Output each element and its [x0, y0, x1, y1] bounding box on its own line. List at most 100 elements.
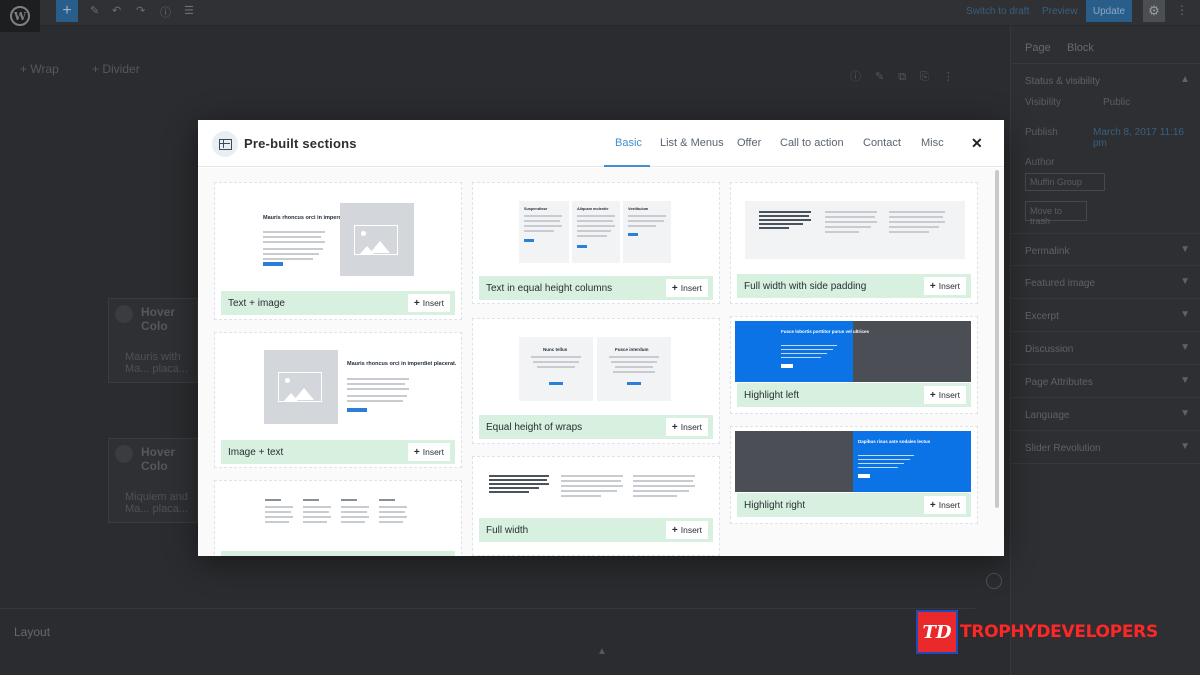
- panel-title: Excerpt: [1025, 311, 1059, 322]
- sidebar-panel-excerpt[interactable]: Excerpt ▼: [1011, 299, 1200, 332]
- hover-color-block: Hover Colo Miquiem and Ma... placa...: [108, 438, 198, 523]
- insert-button[interactable]: + Insert: [665, 418, 708, 436]
- undo-icon[interactable]: ↶: [112, 4, 126, 18]
- insert-button[interactable]: + Insert: [407, 443, 450, 461]
- publish-row: Publish March 8, 2017 11:16 pm: [1011, 127, 1200, 157]
- insert-button[interactable]: + Insert: [407, 294, 450, 312]
- sidebar-panel-discussion[interactable]: Discussion ▼: [1011, 332, 1200, 365]
- redo-icon[interactable]: ↷: [136, 4, 150, 18]
- insert-button[interactable]: + Insert: [665, 521, 708, 539]
- divider-button[interactable]: + Divider: [92, 62, 140, 76]
- section-name: Image + text: [228, 447, 284, 458]
- section-card-footer: Full width with side padding + Insert: [737, 274, 971, 298]
- pencil-icon[interactable]: ✎: [90, 4, 104, 18]
- publish-date-link[interactable]: March 8, 2017 11:16 pm: [1093, 127, 1200, 149]
- trophy-developers-logo: TD: [916, 610, 958, 654]
- section-card-columns[interactable]: [214, 480, 462, 556]
- section-card-footer: Text in equal height columns + Insert: [479, 276, 713, 300]
- panel-title: Language: [1025, 410, 1070, 421]
- scrollbar-thumb[interactable]: [995, 170, 999, 508]
- insert-button[interactable]: + Insert: [923, 277, 966, 295]
- sidebar-panel-language[interactable]: Language ▼: [1011, 398, 1200, 431]
- watermark: TD TROPHYDEVELOPERS: [916, 610, 1158, 654]
- section-card-highlight-right[interactable]: Dapibus risus aste sodales lectus Highli…: [730, 426, 978, 524]
- sidebar-panel-page-attributes[interactable]: Page Attributes ▼: [1011, 365, 1200, 398]
- section-card-equal-height-wraps[interactable]: Nunc tellus Fusce interdum Equal height …: [472, 318, 720, 444]
- settings-sidebar: Page Block Status & visibility ▲ Visibil…: [1010, 26, 1200, 675]
- section-card-footer: Full width + Insert: [479, 518, 713, 542]
- hover-color-block: Hover Colo Mauris with Ma... placa...: [108, 298, 198, 383]
- tab-block[interactable]: Block: [1067, 42, 1094, 54]
- insert-button[interactable]: + Insert: [923, 496, 966, 514]
- preview-heading: Aliquam molestie: [577, 207, 609, 211]
- list-view-icon[interactable]: ☰: [184, 4, 198, 18]
- chevron-down-icon: ▼: [1180, 375, 1190, 386]
- wrap-button[interactable]: + Wrap: [20, 62, 59, 76]
- modal-title: Pre-built sections: [244, 136, 357, 151]
- sidebar-panel-featured-image[interactable]: Featured image ▼: [1011, 266, 1200, 299]
- visibility-value[interactable]: Public: [1103, 97, 1130, 108]
- add-block-button[interactable]: +: [56, 0, 78, 22]
- tab-page[interactable]: Page: [1025, 42, 1051, 54]
- editor-topbar: W + ✎ ↶ ↷ ⓘ ☰ Switch to draft Preview Up…: [0, 0, 1200, 32]
- section-name: Full width: [486, 525, 529, 536]
- section-preview: Suspendisse Aliquam molestie Vestibulum: [473, 183, 721, 275]
- sections-icon: [212, 131, 238, 157]
- panel-title: Discussion: [1025, 344, 1074, 355]
- section-preview: [473, 457, 721, 527]
- preview-title: Fusce lobortis porttitor purus vel ultri…: [781, 329, 870, 334]
- publish-label: Publish: [1025, 127, 1058, 138]
- section-card-image-text[interactable]: Mauris rhoncus orci in imperdiet placera…: [214, 332, 462, 468]
- more-options-icon[interactable]: ⋮: [1176, 3, 1188, 17]
- section-card-highlight-left[interactable]: Fusce lobortis porttitor purus vel ultri…: [730, 316, 978, 414]
- section-card-full-width[interactable]: Full width + Insert: [472, 456, 720, 556]
- chevron-down-icon: ▼: [1180, 441, 1190, 452]
- chevron-down-icon: ▼: [1180, 276, 1190, 287]
- block-icon: [115, 305, 133, 323]
- wordpress-logo-icon[interactable]: W: [0, 0, 40, 32]
- tab-list-menus[interactable]: List & Menus: [660, 137, 724, 149]
- tab-contact[interactable]: Contact: [863, 137, 901, 149]
- help-circle-icon[interactable]: [986, 573, 1002, 589]
- preview-heading: Vestibulum: [628, 207, 649, 211]
- author-select[interactable]: Muffin Group: [1025, 173, 1105, 191]
- move-to-trash-button[interactable]: Move to trash: [1025, 201, 1087, 226]
- close-icon[interactable]: ✕: [971, 135, 983, 152]
- section-card-text-image[interactable]: Mauris rhoncus orci in imperdiet placera…: [214, 182, 462, 320]
- section-name: Equal height of wraps: [486, 422, 583, 433]
- section-name: Highlight left: [744, 390, 800, 401]
- tab-misc[interactable]: Misc: [921, 137, 944, 149]
- tab-call-to-action[interactable]: Call to action: [780, 137, 844, 149]
- settings-gear-icon[interactable]: ⚙: [1143, 0, 1165, 22]
- sidebar-panel-permalink[interactable]: Permalink ▼: [1011, 233, 1200, 266]
- block-text: Miquiem and Ma... placa...: [125, 491, 188, 515]
- tab-basic[interactable]: Basic: [615, 137, 642, 149]
- sidebar-tabs: Page Block: [1011, 26, 1200, 64]
- preview-link[interactable]: Preview: [1042, 6, 1078, 17]
- tab-offer[interactable]: Offer: [737, 137, 761, 149]
- status-visibility-panel[interactable]: Status & visibility ▲: [1011, 64, 1200, 97]
- info-icon[interactable]: ⓘ: [160, 4, 174, 19]
- chevron-down-icon: ▼: [1180, 244, 1190, 255]
- switch-to-draft-link[interactable]: Switch to draft: [966, 6, 1029, 17]
- modal-header: Pre-built sections Basic List & Menus Of…: [198, 120, 1004, 167]
- prebuilt-sections-modal: Pre-built sections Basic List & Menus Of…: [198, 120, 1004, 556]
- chevron-down-icon: ▼: [1180, 408, 1190, 419]
- block-text: Mauris with Ma... placa...: [125, 351, 188, 375]
- section-name: Highlight right: [744, 500, 806, 511]
- section-card-full-width-side-padding[interactable]: Full width with side padding + Insert: [730, 182, 978, 304]
- update-button[interactable]: Update: [1086, 0, 1132, 22]
- chevron-up-icon[interactable]: ▲: [597, 646, 607, 657]
- block-toolbar-icons: ⓘ✎⧉⎘⋮: [850, 71, 968, 83]
- image-placeholder-icon: [340, 203, 414, 276]
- insert-button[interactable]: + Insert: [665, 279, 708, 297]
- sidebar-panel-slider-revolution[interactable]: Slider Revolution ▼: [1011, 431, 1200, 464]
- section-preview: Fusce lobortis porttitor purus vel ultri…: [731, 317, 979, 385]
- section-card-equal-height-columns[interactable]: Suspendisse Aliquam molestie Vestibulum …: [472, 182, 720, 304]
- chevron-up-icon: ▲: [1180, 74, 1190, 85]
- section-preview: Dapibus risus aste sodales lectus: [731, 427, 979, 495]
- insert-button[interactable]: + Insert: [923, 386, 966, 404]
- watermark-text: TROPHYDEVELOPERS: [960, 622, 1158, 642]
- preview-heading: Fusce interdum: [615, 347, 649, 352]
- modal-scrollbar[interactable]: [995, 168, 1001, 556]
